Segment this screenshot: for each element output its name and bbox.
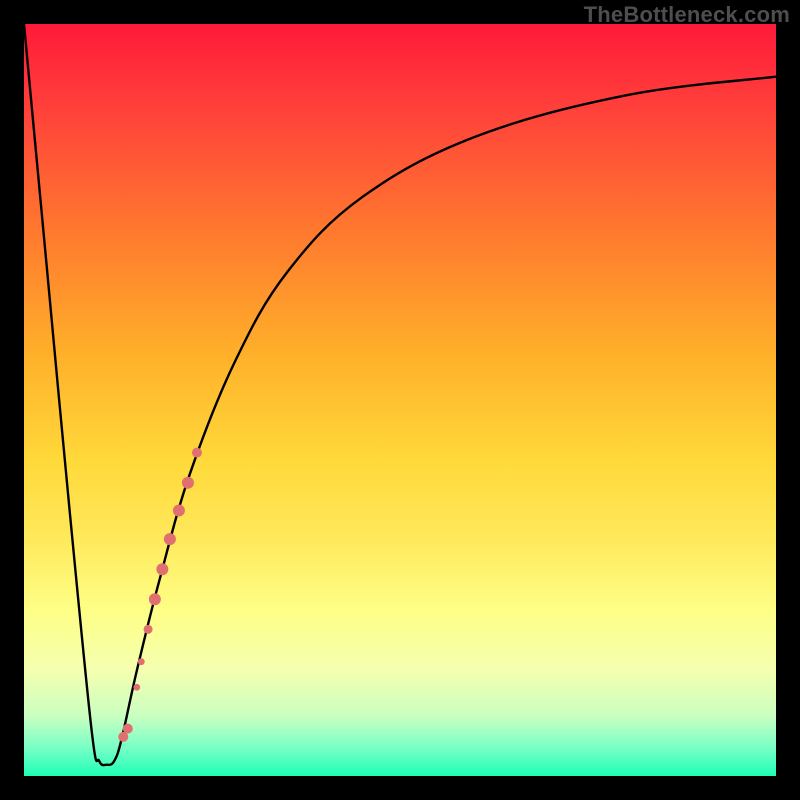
curve-marker xyxy=(133,684,140,691)
bottleneck-curve xyxy=(24,24,776,765)
curve-marker xyxy=(173,505,185,517)
plot-area xyxy=(24,24,776,776)
curve-marker xyxy=(123,724,133,734)
curve-marker xyxy=(192,448,202,458)
curve-marker xyxy=(144,625,153,634)
curve-marker xyxy=(156,563,168,575)
curve-layer xyxy=(24,24,776,776)
curve-marker xyxy=(149,593,161,605)
chart-frame: TheBottleneck.com xyxy=(0,0,800,800)
curve-marker xyxy=(164,533,176,545)
bottleneck-curve-path xyxy=(24,24,776,765)
curve-marker xyxy=(138,658,145,665)
curve-marker xyxy=(182,477,194,489)
watermark-label: TheBottleneck.com xyxy=(584,2,790,28)
